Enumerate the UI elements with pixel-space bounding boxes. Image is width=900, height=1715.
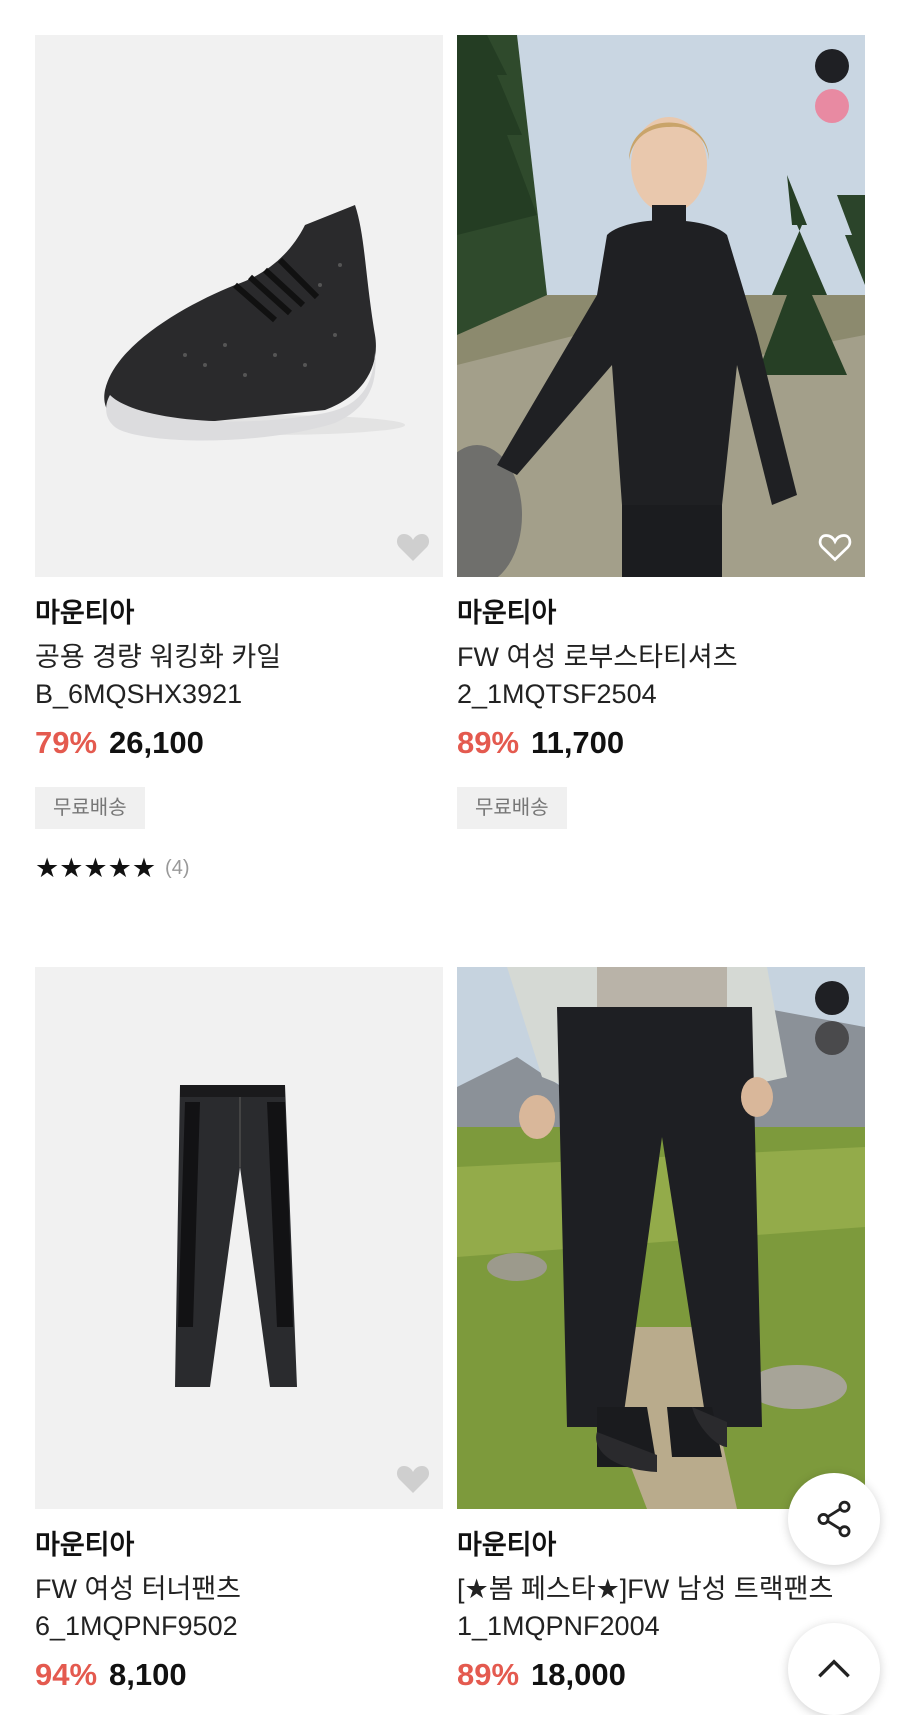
scroll-top-button[interactable] [788,1623,880,1715]
rating: ★★★★★ (4) [35,853,443,883]
product-card[interactable]: 마운티아 [★봄 페스타★]FW 남성 트랙팬츠 1_1MQPNF2004 89… [457,967,865,1695]
brand-name: 마운티아 [457,598,557,628]
product-title-line1: 공용 경량 워킹화 카일 [35,642,282,672]
product-card[interactable]: 마운티아 FW 여성 로부스타티셔츠 2_1MQTSF2504 89% 11,7… [457,35,865,829]
review-count: (4) [165,856,190,879]
product-card[interactable]: 마운티아 FW 여성 터너팬츠 6_1MQPNF9502 94% 8,100 [35,967,443,1695]
product-title-line2: 1_1MQPNF2004 [457,1611,660,1641]
product-title-line2: 6_1MQPNF9502 [35,1611,238,1641]
price-row: 94% 8,100 [35,1655,443,1695]
product-title-line1: [★봄 페스타★]FW 남성 트랙팬츠 [457,1574,834,1604]
product-title-line1: FW 여성 로부스타티셔츠 [457,642,738,672]
sale-price: 8,100 [109,1657,187,1692]
product-image[interactable] [35,967,443,1509]
color-swatch-black[interactable] [815,49,849,83]
color-swatch-charcoal[interactable] [815,1021,849,1055]
color-swatches [815,981,849,1055]
share-icon [817,1500,851,1538]
product-title[interactable]: 공용 경량 워킹화 카일 B_6MQSHX3921 [35,639,443,713]
color-swatch-pink[interactable] [815,89,849,123]
product-title[interactable]: FW 여성 로부스타티셔츠 2_1MQTSF2504 [457,639,865,713]
product-image[interactable] [35,35,443,577]
product-title-line1: FW 여성 터너팬츠 [35,1574,242,1604]
share-button[interactable] [788,1473,880,1565]
free-shipping-badge: 무료배송 [457,787,567,829]
sale-price: 26,100 [109,725,204,760]
rating-stars: ★★★★★ [35,853,157,883]
heart-icon[interactable] [395,1461,431,1495]
brand-name: 마운티아 [35,1530,135,1560]
free-shipping-badge: 무료배송 [35,787,145,829]
discount-rate: 94% [35,1657,98,1692]
brand-name: 마운티아 [35,598,135,628]
sneaker-image [35,35,443,577]
product-title-line2: B_6MQSHX3921 [35,679,243,709]
discount-rate: 89% [457,725,520,760]
discount-rate: 79% [35,725,98,760]
discount-rate: 89% [457,1657,520,1692]
sale-price: 11,700 [531,725,625,760]
woman-black-halfzip-photo [457,35,865,577]
man-track-pants-photo [457,967,865,1509]
product-card[interactable]: 마운티아 공용 경량 워킹화 카일 B_6MQSHX3921 79% 26,10… [35,35,443,883]
color-swatch-black[interactable] [815,981,849,1015]
heart-icon[interactable] [395,529,431,563]
product-title[interactable]: FW 여성 터너팬츠 6_1MQPNF9502 [35,1571,443,1645]
heart-outline-icon[interactable] [817,529,853,563]
product-title-line2: 2_1MQTSF2504 [457,679,657,709]
pants-image [35,967,443,1509]
product-image[interactable] [457,35,865,577]
sale-price: 18,000 [531,1657,626,1692]
price-row: 79% 26,100 [35,723,443,763]
price-row: 89% 11,700 [457,723,865,763]
chevron-up-icon [818,1659,850,1678]
product-image[interactable] [457,967,865,1509]
color-swatches [815,49,849,123]
